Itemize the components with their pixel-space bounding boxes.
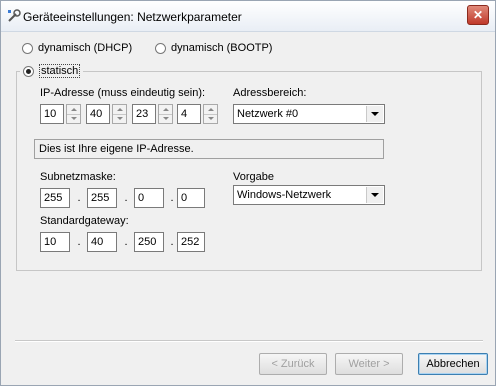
ip-octet-3-spinner[interactable]	[158, 104, 173, 124]
ip-octet-4-spinner[interactable]	[203, 104, 218, 124]
title-bar: Geräteeinstellungen: Netzwerkparameter ✕	[1, 1, 495, 32]
network-tool-icon	[8, 9, 21, 22]
octet-separator: .	[170, 236, 174, 248]
radio-dhcp-indicator[interactable]	[22, 42, 33, 54]
next-button[interactable]: Weiter >	[335, 353, 403, 375]
ip-octet-2-spinner[interactable]	[112, 104, 127, 124]
gateway-label: Standardgateway:	[40, 215, 129, 227]
dropdown-arrow-icon[interactable]	[366, 187, 383, 203]
octet-separator: .	[124, 236, 128, 248]
address-range-label: Adressbereich:	[233, 87, 307, 99]
preset-label: Vorgabe	[233, 171, 274, 183]
dropdown-arrow-icon[interactable]	[366, 106, 383, 122]
back-button[interactable]: < Zurück	[259, 353, 327, 375]
spin-down-icon[interactable]	[67, 114, 80, 123]
ip-octet-4-field[interactable]: 4	[177, 104, 201, 124]
address-range-value: Netzwerk #0	[237, 108, 299, 120]
cancel-button[interactable]: Abbrechen	[418, 353, 488, 375]
ip-octet-2-field[interactable]: 40	[86, 104, 110, 124]
radio-static-label: statisch	[39, 64, 81, 78]
octet-separator: .	[124, 192, 128, 204]
subnet-mask-label: Subnetzmaske:	[40, 171, 116, 183]
octet-separator: .	[170, 192, 174, 204]
subnet-octet-2-field[interactable]: 255	[87, 188, 117, 208]
radio-bootp-indicator[interactable]	[155, 42, 166, 54]
spin-down-icon[interactable]	[113, 114, 126, 123]
info-message: Dies ist Ihre eigene IP-Adresse.	[34, 139, 384, 159]
gateway-octet-3-field[interactable]: 250	[134, 232, 164, 252]
preset-value: Windows-Netzwerk	[237, 189, 332, 201]
gateway-octet-2-field[interactable]: 40	[87, 232, 117, 252]
subnet-octet-1-field[interactable]: 255	[40, 188, 70, 208]
subnet-octet-4-field[interactable]: 0	[177, 188, 205, 208]
address-range-select[interactable]: Netzwerk #0	[233, 104, 385, 124]
ip-octet-3-field[interactable]: 23	[132, 104, 156, 124]
ip-octet-1-spinner[interactable]	[66, 104, 81, 124]
octet-separator: .	[77, 236, 81, 248]
gateway-octet-4-field[interactable]: 252	[177, 232, 205, 252]
spin-down-icon[interactable]	[204, 114, 217, 123]
ip-address-label: IP-Adresse (muss eindeutig sein):	[40, 87, 206, 99]
radio-bootp[interactable]: dynamisch (BOOTP)	[155, 42, 272, 54]
dialog-window: Geräteeinstellungen: Netzwerkparameter ✕…	[0, 0, 496, 386]
radio-dhcp-label: dynamisch (DHCP)	[38, 42, 133, 54]
radio-static-indicator[interactable]	[23, 65, 34, 77]
octet-separator: .	[77, 192, 81, 204]
subnet-octet-3-field[interactable]: 0	[134, 188, 164, 208]
gateway-octet-1-field[interactable]: 10	[40, 232, 70, 252]
ip-octet-1-field[interactable]: 10	[40, 104, 64, 124]
footer-divider	[15, 340, 483, 342]
radio-bootp-label: dynamisch (BOOTP)	[171, 42, 273, 54]
radio-dhcp[interactable]: dynamisch (DHCP)	[22, 42, 132, 54]
preset-select[interactable]: Windows-Netzwerk	[233, 185, 385, 205]
spin-down-icon[interactable]	[159, 114, 172, 123]
window-title: Geräteeinstellungen: Netzwerkparameter	[23, 10, 242, 24]
radio-static[interactable]: statisch	[20, 64, 84, 78]
close-button[interactable]: ✕	[467, 5, 489, 25]
